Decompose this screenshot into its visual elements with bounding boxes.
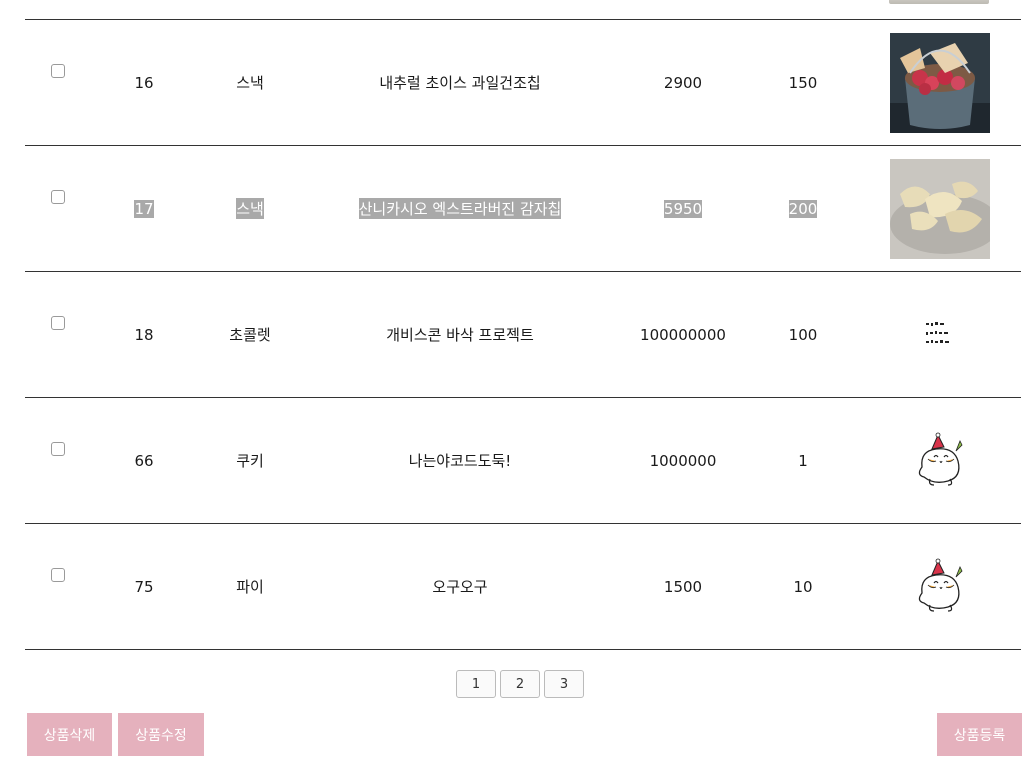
delete-product-button[interactable]: 상품삭제 (27, 713, 112, 756)
row-select-cell (46, 386, 70, 511)
pagination: 1 2 3 (456, 670, 584, 698)
product-list-page: 16 스낵 내추럴 초이스 과일건조칩 2900 150 17 스낵 산니카시오… (0, 0, 1032, 764)
row-select-cell (46, 134, 70, 259)
edit-product-button[interactable]: 상품수정 (118, 713, 204, 756)
page-2-button[interactable]: 2 (500, 670, 540, 698)
page-3-button[interactable]: 3 (544, 670, 584, 698)
row-select-cell (46, 512, 70, 637)
product-stock: 100 (788, 325, 818, 344)
row-select-cell (46, 8, 70, 133)
product-category: 쿠키 (236, 452, 264, 470)
product-name: 내추럴 초이스 과일건조칩 (379, 74, 541, 92)
product-name-cell: 산니카시오 엑스트라버진 감자칩 (325, 146, 595, 271)
table-row: 75 파이 오구오구 1500 10 (25, 523, 1021, 650)
row-select-cell (46, 260, 70, 385)
product-stock: 10 (793, 577, 813, 596)
product-id: 75 (134, 577, 154, 596)
product-name: 산니카시오 엑스트라버진 감자칩 (358, 198, 562, 219)
row-checkbox[interactable] (51, 63, 65, 78)
product-image-cell (885, 272, 995, 397)
product-category: 파이 (236, 578, 264, 596)
row-checkbox[interactable] (51, 567, 65, 582)
product-thumbnail-partial (889, 0, 989, 4)
product-id-cell: 17 (104, 146, 184, 271)
row-checkbox[interactable] (51, 189, 65, 204)
product-name: 개비스콘 바삭 프로젝트 (386, 326, 534, 344)
page-1-button[interactable]: 1 (456, 670, 496, 698)
product-category: 스낵 (236, 74, 264, 92)
product-thumbnail (918, 432, 963, 486)
product-price: 1000000 (649, 451, 717, 470)
product-category: 초콜렛 (229, 326, 271, 344)
product-image-cell (885, 398, 995, 523)
table-row: 66 쿠키 나는야코드도둑! 1000000 1 (25, 397, 1021, 523)
product-id: 66 (134, 451, 154, 470)
row-checkbox[interactable] (51, 441, 65, 456)
product-thumbnail (926, 321, 949, 343)
product-stock: 200 (788, 199, 818, 218)
product-image-cell (885, 20, 995, 145)
product-thumbnail (918, 558, 963, 612)
product-id: 17 (134, 199, 154, 218)
table-row: 17 스낵 산니카시오 엑스트라버진 감자칩 5950 200 (25, 145, 1021, 271)
table-row: 16 스낵 내추럴 초이스 과일건조칩 2900 150 (25, 19, 1021, 145)
product-name: 오구오구 (432, 578, 488, 596)
product-price: 100000000 (640, 325, 726, 344)
product-id: 16 (134, 73, 154, 92)
product-stock-cell: 200 (763, 146, 843, 271)
product-image-cell (885, 146, 995, 271)
product-thumbnail (890, 32, 990, 133)
product-price: 2900 (663, 73, 703, 92)
product-id: 18 (134, 325, 154, 344)
product-name: 나는야코드도둑! (408, 452, 512, 470)
product-stock: 150 (788, 73, 818, 92)
product-stock: 1 (798, 451, 808, 470)
table-row: 18 초콜렛 개비스콘 바삭 프로젝트 100000000 100 (25, 271, 1021, 397)
product-price-cell: 5950 (623, 146, 743, 271)
register-product-button[interactable]: 상품등록 (937, 713, 1022, 756)
product-category-cell: 스낵 (200, 146, 300, 271)
product-price: 5950 (663, 199, 703, 218)
product-image-cell (885, 524, 995, 649)
row-checkbox[interactable] (51, 315, 65, 330)
product-thumbnail (890, 158, 990, 259)
product-price: 1500 (663, 577, 703, 596)
product-category: 스낵 (236, 198, 264, 219)
